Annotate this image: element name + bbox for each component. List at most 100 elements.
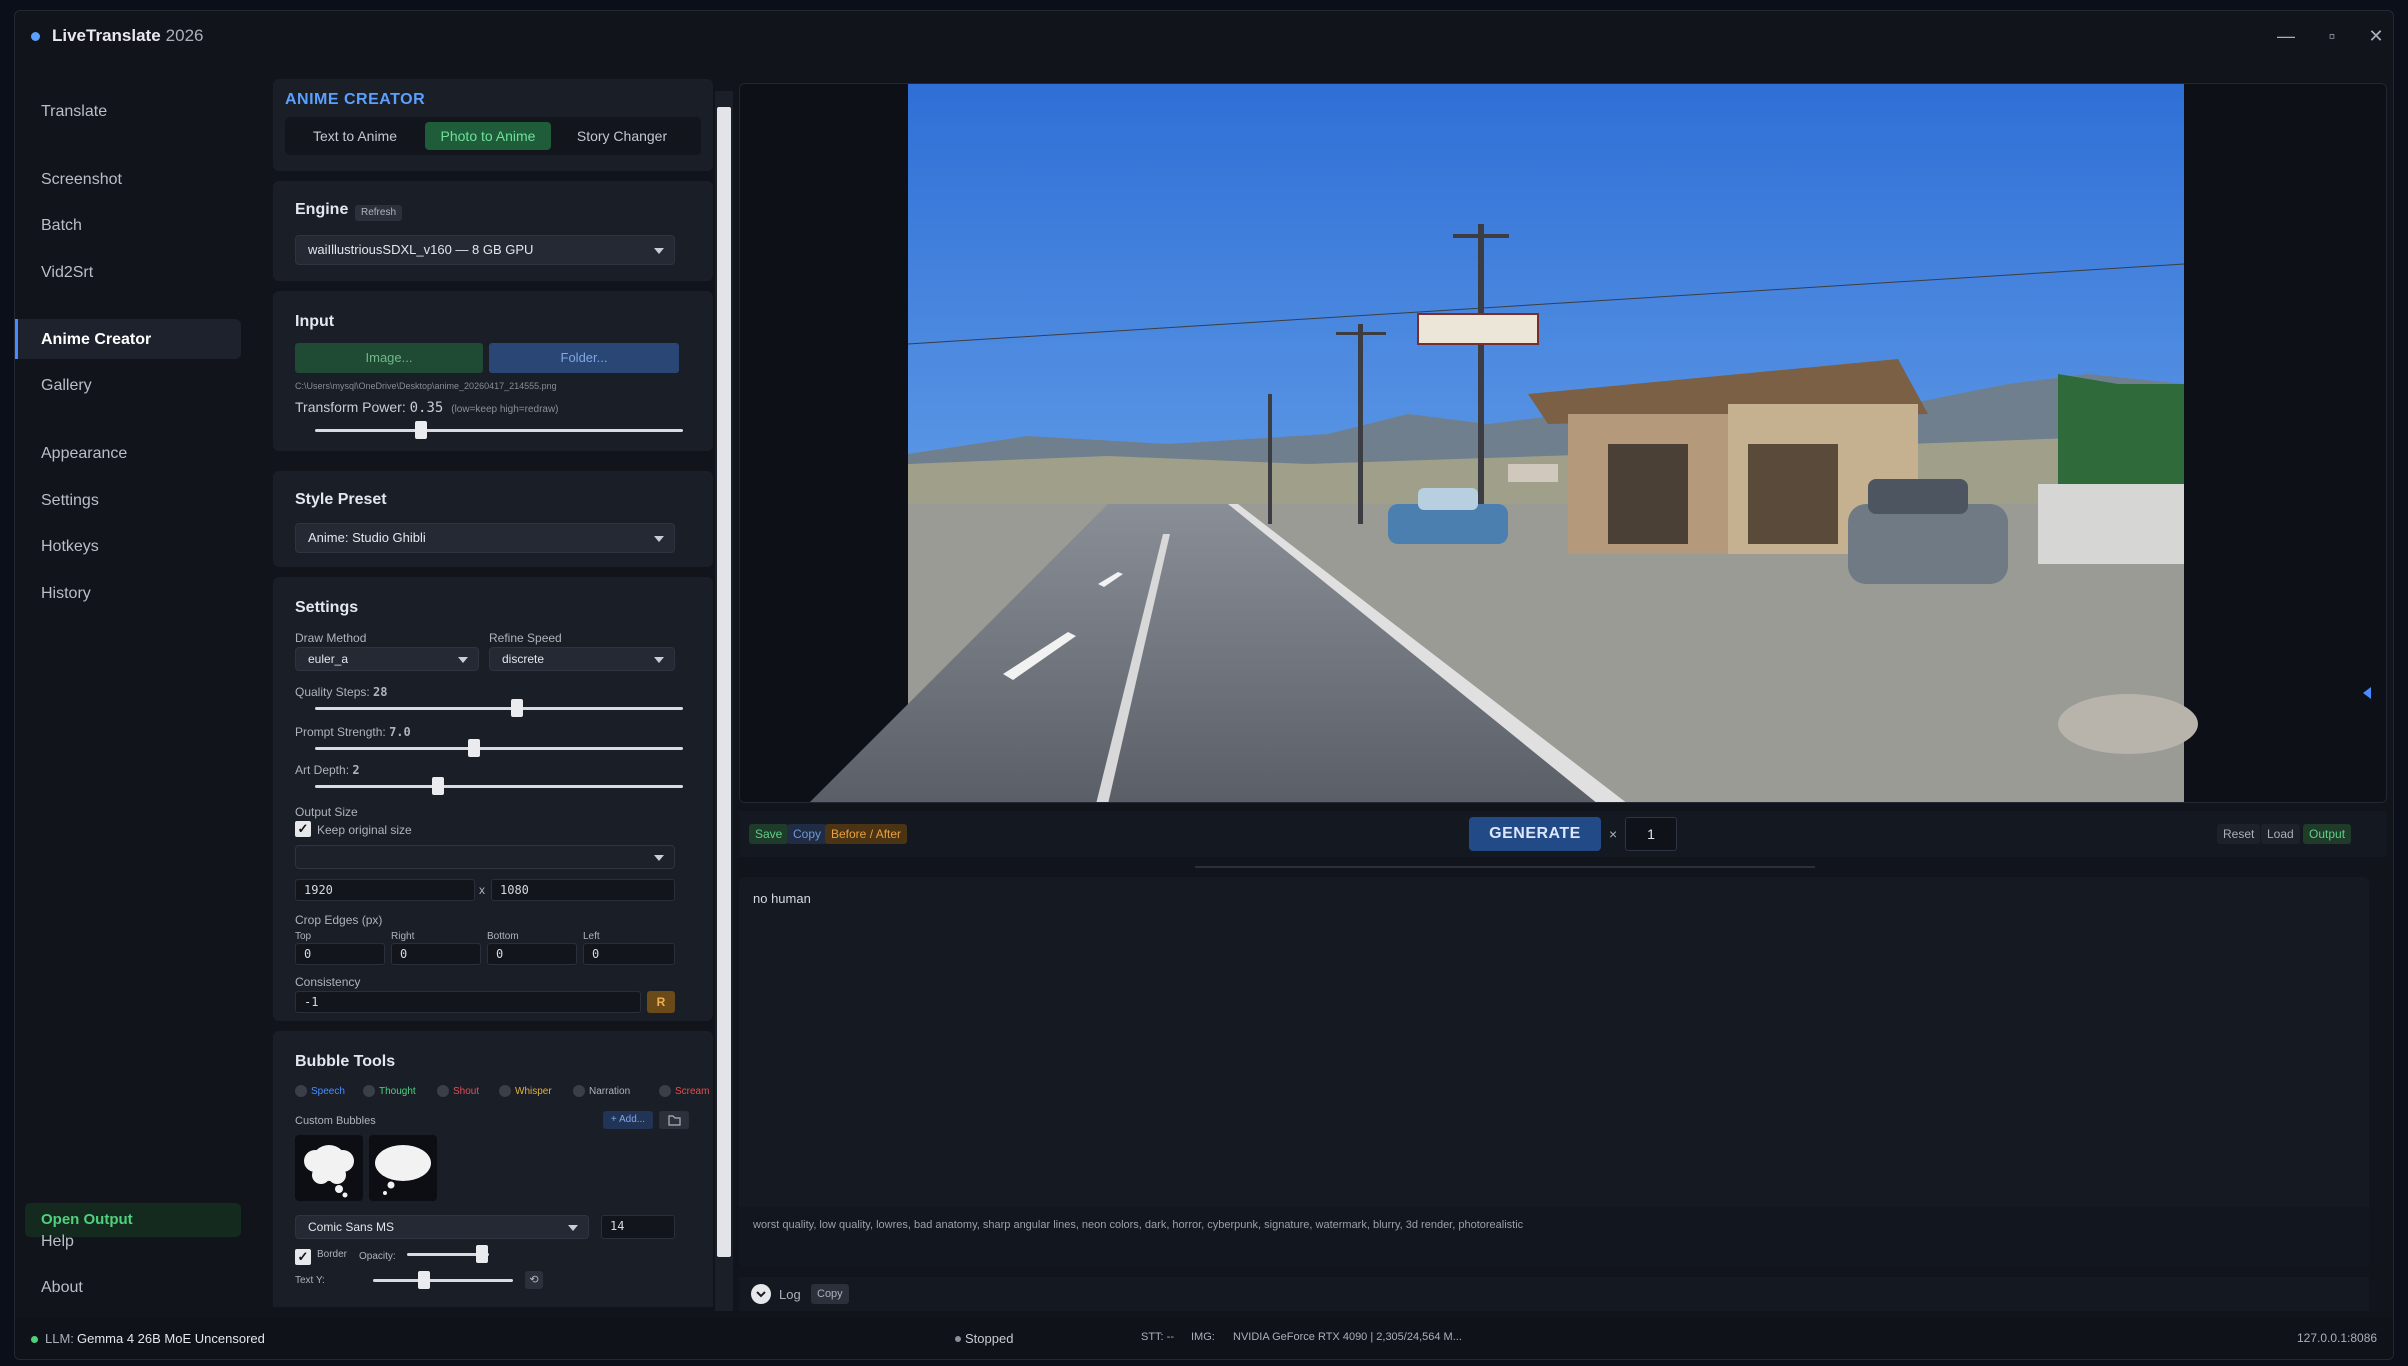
crop-bottom-input[interactable]: 0 xyxy=(487,943,577,965)
sidebar-item-settings[interactable]: Settings xyxy=(41,492,99,510)
keep-original-checkbox[interactable]: ✓ xyxy=(295,821,311,837)
slider-thumb[interactable] xyxy=(415,421,427,439)
refresh-button[interactable]: Refresh xyxy=(355,205,403,221)
crop-right-input[interactable]: 0 xyxy=(391,943,481,965)
open-output-button[interactable]: Open Output xyxy=(25,1203,241,1237)
engine-select[interactable]: waiIllustriousSDXL_v160 — 8 GB GPU xyxy=(295,235,675,265)
output-size-label: Output Size xyxy=(295,805,358,819)
slider-thumb[interactable] xyxy=(476,1245,488,1263)
image-button[interactable]: Image... xyxy=(295,343,483,373)
panel-scrollbar[interactable] xyxy=(715,91,733,1311)
sidebar-item-gallery[interactable]: Gallery xyxy=(41,377,92,395)
crop-top-input[interactable]: 0 xyxy=(295,943,385,965)
bubble-type-radio[interactable] xyxy=(363,1085,375,1097)
positive-prompt-input[interactable]: no human xyxy=(753,891,811,906)
chevron-down-icon xyxy=(654,657,664,663)
tab-photo-to-anime[interactable]: Photo to Anime xyxy=(425,122,551,150)
transform-power-slider[interactable] xyxy=(315,421,683,439)
chevron-down-icon xyxy=(654,248,664,254)
text-y-slider[interactable] xyxy=(373,1271,513,1289)
sidebar-item-vid2srt[interactable]: Vid2Srt xyxy=(41,264,93,282)
slider-thumb[interactable] xyxy=(418,1271,430,1289)
bubble-type-radio[interactable] xyxy=(573,1085,585,1097)
width-input[interactable]: 1920 xyxy=(295,879,475,901)
panel-title: ANIME CREATOR xyxy=(285,91,426,108)
quality-steps-slider[interactable] xyxy=(315,699,683,717)
bubble-type-radio[interactable] xyxy=(437,1085,449,1097)
sidebar-item-history[interactable]: History xyxy=(41,585,91,603)
custom-bubble-cloud[interactable] xyxy=(369,1135,437,1201)
style-preset-select[interactable]: Anime: Studio Ghibli xyxy=(295,523,675,553)
copy-log-button[interactable]: Copy xyxy=(811,1284,849,1304)
minimize-icon[interactable]: — xyxy=(2271,23,2301,49)
sidebar-item-hotkeys[interactable]: Hotkeys xyxy=(41,538,99,556)
image-preview[interactable] xyxy=(739,83,2387,803)
prompt-strength-slider[interactable] xyxy=(315,739,683,757)
sidebar-item-about[interactable]: About xyxy=(41,1279,83,1297)
crop-left-input[interactable]: 0 xyxy=(583,943,675,965)
tab-text-to-anime[interactable]: Text to Anime xyxy=(291,122,419,150)
tab-story-changer[interactable]: Story Changer xyxy=(557,122,687,150)
draw-method-select[interactable]: euler_a xyxy=(295,647,479,671)
bubble-type-radio[interactable] xyxy=(499,1085,511,1097)
copy-button[interactable]: Copy xyxy=(787,824,828,844)
batch-count-input[interactable]: 1 xyxy=(1625,817,1677,851)
consistency-input[interactable]: -1 xyxy=(295,991,641,1013)
input-title: Input xyxy=(295,313,335,330)
bubble-type-radio[interactable] xyxy=(659,1085,671,1097)
sidebar-item-anime-creator[interactable]: Anime Creator xyxy=(41,331,151,349)
border-checkbox[interactable]: ✓ xyxy=(295,1249,311,1265)
sidebar-item-batch[interactable]: Batch xyxy=(41,217,82,235)
chevron-down-icon[interactable] xyxy=(751,1284,771,1304)
height-input[interactable]: 1080 xyxy=(491,879,675,901)
sidebar-item-appearance[interactable]: Appearance xyxy=(41,445,127,463)
save-button[interactable]: Save xyxy=(749,824,789,844)
bubble-font-size-input[interactable]: 14 xyxy=(601,1215,675,1239)
close-icon[interactable]: ✕ xyxy=(2361,23,2391,49)
reset-text-y-icon[interactable]: ⟲ xyxy=(525,1271,543,1289)
output-button[interactable]: Output xyxy=(2303,824,2352,844)
folder-icon[interactable] xyxy=(659,1111,689,1129)
text-y-label: Text Y: xyxy=(295,1275,325,1286)
refine-speed-label: Refine Speed xyxy=(489,631,562,645)
load-button[interactable]: Load xyxy=(2261,824,2300,844)
anime-creator-panel: ANIME CREATOR Text to Anime Photo to Ani… xyxy=(273,79,713,1307)
bubble-type-radio[interactable] xyxy=(295,1085,307,1097)
reset-button[interactable]: Reset xyxy=(2217,824,2261,844)
slider-track xyxy=(315,429,683,432)
transform-power-label: Transform Power: 0.35 (low=keep high=red… xyxy=(295,399,559,416)
engine-value: waiIllustriousSDXL_v160 — 8 GB GPU xyxy=(308,242,534,257)
before-after-button[interactable]: Before / After xyxy=(825,824,908,844)
maximize-icon[interactable]: ▫ xyxy=(2317,23,2347,49)
slider-thumb[interactable] xyxy=(468,739,480,757)
llm-model: Gemma 4 26B MoE Uncensored xyxy=(77,1331,265,1346)
folder-button[interactable]: Folder... xyxy=(489,343,679,373)
add-bubble-button[interactable]: + Add... xyxy=(603,1111,653,1129)
settings-title: Settings xyxy=(295,599,359,616)
custom-bubble-thought[interactable] xyxy=(295,1135,363,1201)
opacity-slider[interactable] xyxy=(407,1245,489,1263)
gpu-status: NVIDIA GeForce RTX 4090 | 2,305/24,564 M… xyxy=(1233,1331,1462,1343)
output-size-select[interactable] xyxy=(295,845,675,869)
generate-button[interactable]: GENERATE xyxy=(1469,817,1601,851)
slider-thumb[interactable] xyxy=(511,699,523,717)
bubble-font-select[interactable]: Comic Sans MS xyxy=(295,1215,589,1239)
style-preset-title: Style Preset xyxy=(295,491,387,508)
scrollbar-thumb[interactable] xyxy=(717,107,731,1257)
randomize-seed-button[interactable]: R xyxy=(647,991,675,1013)
log-label: Log xyxy=(779,1287,801,1302)
sidebar-item-help[interactable]: Help xyxy=(41,1233,74,1251)
sidebar-item-screenshot[interactable]: Screenshot xyxy=(41,171,122,189)
opacity-label: Opacity: xyxy=(359,1251,396,1262)
slider-thumb[interactable] xyxy=(432,777,444,795)
slider-track xyxy=(315,785,683,788)
custom-bubbles-label: Custom Bubbles xyxy=(295,1115,376,1127)
negative-prompt-input[interactable]: worst quality, low quality, lowres, bad … xyxy=(753,1219,1523,1231)
refine-speed-select[interactable]: discrete xyxy=(489,647,675,671)
chevron-down-icon xyxy=(458,657,468,663)
quality-value: 28 xyxy=(373,685,388,699)
sidebar-item-translate[interactable]: Translate xyxy=(41,103,107,121)
collapse-panel-icon[interactable] xyxy=(2363,687,2371,699)
art-depth-slider[interactable] xyxy=(315,777,683,795)
llm-prefix: LLM: xyxy=(45,1331,74,1346)
